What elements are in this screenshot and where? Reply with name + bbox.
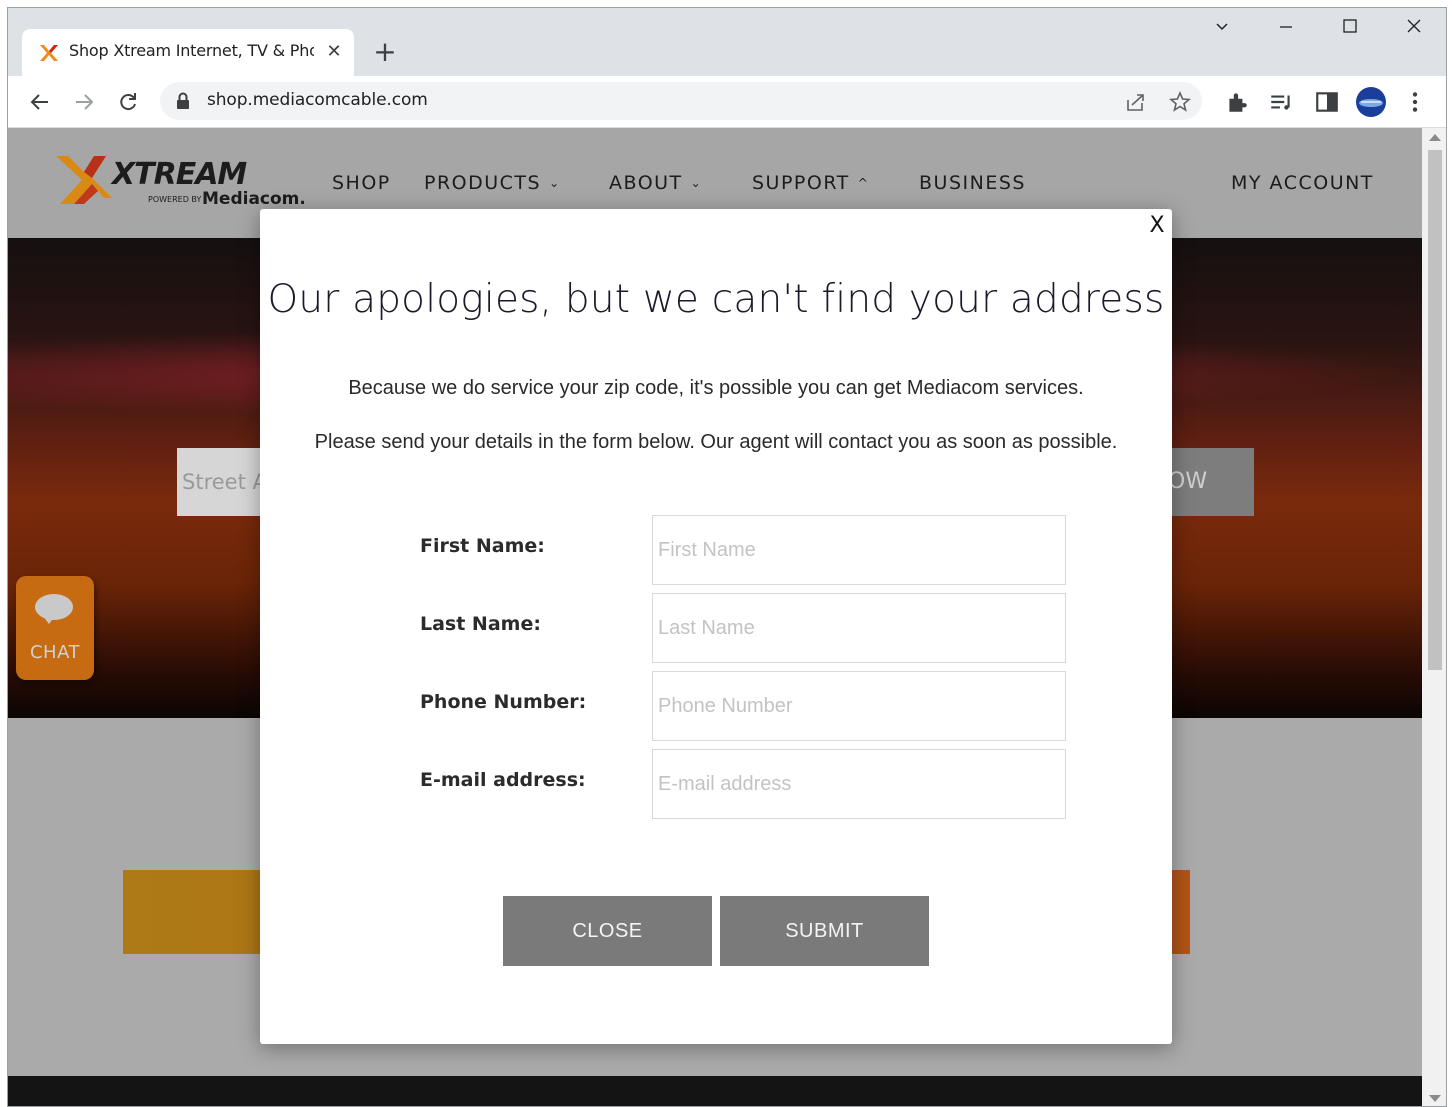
reading-list-icon[interactable]: [1268, 89, 1294, 115]
xtream-mediacom-logo[interactable]: XTREAM POWERED BY Mediacom.: [54, 154, 306, 210]
menu-kebab-icon[interactable]: [1402, 89, 1428, 115]
first-name-label: First Name:: [420, 535, 545, 557]
page-content: XTREAM POWERED BY Mediacom. SHOP PRODUCT…: [8, 128, 1422, 1106]
phone-number-label: Phone Number:: [420, 691, 587, 713]
new-tab-button[interactable]: +: [370, 38, 400, 68]
side-panel-icon[interactable]: [1314, 89, 1340, 115]
scrollbar-thumb[interactable]: [1428, 150, 1442, 670]
first-name-input[interactable]: [652, 515, 1066, 585]
nav-shop-label: SHOP: [332, 172, 391, 194]
close-window-icon[interactable]: [1394, 18, 1434, 48]
address-not-found-modal: X Our apologies, but we can't find your …: [260, 209, 1172, 1044]
nav-my-account[interactable]: MY ACCOUNT: [1231, 172, 1374, 194]
footer-bar: [8, 1076, 1422, 1106]
modal-close-icon[interactable]: X: [1145, 213, 1169, 241]
tab-strip: Shop Xtream Internet, TV & Phon ✕ +: [8, 8, 1446, 76]
browser-toolbar: shop.mediacomcable.com: [8, 76, 1446, 128]
share-icon[interactable]: [1124, 90, 1148, 114]
chat-label: CHAT: [29, 642, 80, 663]
scroll-down-arrow-icon[interactable]: [1429, 1095, 1441, 1102]
chat-widget-button[interactable]: CHAT: [16, 576, 94, 680]
nav-my-account-label: MY ACCOUNT: [1231, 172, 1374, 194]
nav-about[interactable]: ABOUT ⌄: [609, 172, 702, 194]
browser-window: Shop Xtream Internet, TV & Phon ✕ + shop…: [7, 7, 1447, 1107]
minimize-icon[interactable]: [1266, 18, 1306, 48]
tab-title: Shop Xtream Internet, TV & Phon: [69, 41, 314, 60]
address-bar[interactable]: shop.mediacomcable.com: [160, 82, 1202, 120]
last-name-label: Last Name:: [420, 613, 541, 635]
forward-icon[interactable]: [68, 86, 100, 118]
maximize-icon[interactable]: [1330, 18, 1370, 48]
close-button[interactable]: CLOSE: [503, 896, 712, 966]
extensions-icon[interactable]: [1224, 89, 1250, 115]
reload-icon[interactable]: [112, 86, 144, 118]
chevron-down-icon: ⌄: [549, 176, 561, 190]
modal-message-line1: Because we do service your zip code, it'…: [348, 377, 1084, 399]
tab-search-icon[interactable]: [1202, 18, 1242, 48]
last-name-input[interactable]: [652, 593, 1066, 663]
nav-support-label: SUPPORT: [752, 172, 850, 194]
profile-avatar-icon[interactable]: [1355, 86, 1387, 118]
nav-products-label: PRODUCTS: [424, 172, 542, 194]
chevron-down-icon: ⌄: [690, 176, 703, 190]
nav-shop[interactable]: SHOP: [332, 172, 391, 194]
nav-products[interactable]: PRODUCTS ⌄: [424, 172, 561, 194]
logo-wordmark: XTREAM: [110, 157, 247, 192]
url-text: shop.mediacomcable.com: [207, 90, 428, 110]
nav-about-label: ABOUT: [609, 172, 683, 194]
bookmark-star-icon[interactable]: [1168, 90, 1192, 114]
modal-message-line2: Please send your details in the form bel…: [314, 431, 1118, 453]
phone-number-input[interactable]: [652, 671, 1066, 741]
nav-support[interactable]: SUPPORT ^: [752, 172, 869, 194]
xtream-favicon-icon: [40, 45, 58, 61]
chat-bubble-tail: [43, 616, 55, 624]
email-address-input[interactable]: [652, 749, 1066, 819]
page-scrollbar[interactable]: [1422, 128, 1446, 1106]
email-address-label: E-mail address:: [420, 769, 586, 791]
lock-icon: [177, 92, 189, 109]
logo-brand: Mediacom.: [202, 189, 304, 209]
tab-close-icon[interactable]: ✕: [322, 40, 346, 64]
chevron-up-icon: ^: [857, 176, 870, 190]
logo-powered-by: POWERED BY: [148, 195, 201, 204]
browser-tab[interactable]: Shop Xtream Internet, TV & Phon ✕: [22, 29, 354, 76]
modal-title: Our apologies, but we can't find your ad…: [267, 277, 1165, 322]
scroll-up-arrow-icon[interactable]: [1429, 134, 1441, 141]
back-icon[interactable]: [24, 86, 56, 118]
nav-business-label: BUSINESS: [919, 172, 1026, 194]
submit-button[interactable]: SUBMIT: [720, 896, 929, 966]
nav-business[interactable]: BUSINESS: [919, 172, 1026, 194]
